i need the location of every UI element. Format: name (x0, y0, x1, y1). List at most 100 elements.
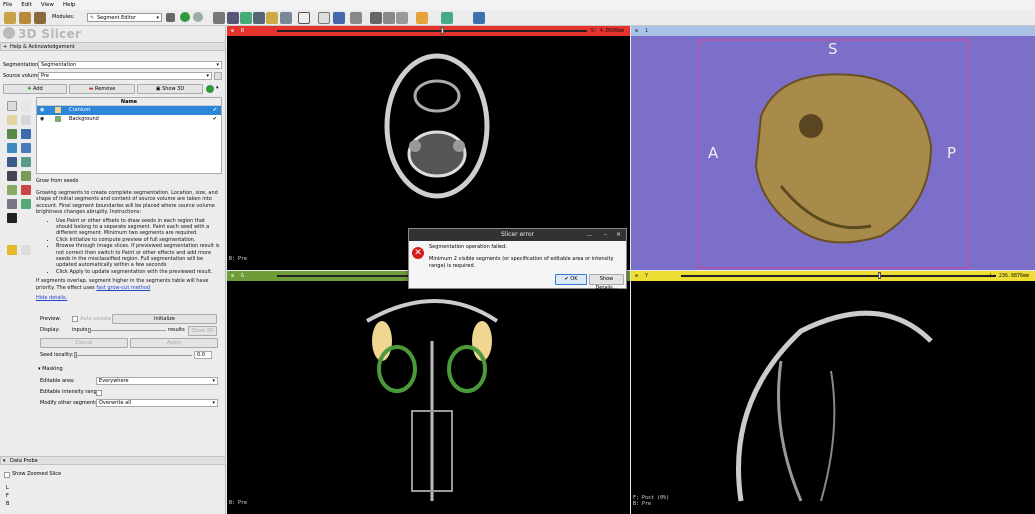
menu-file[interactable]: File (3, 2, 12, 8)
yellow-slice-slider[interactable] (681, 275, 996, 277)
dialog-message: Minimum 2 visible segments (or specifica… (429, 256, 614, 269)
hide-details-link[interactable]: Hide details. (36, 295, 67, 301)
menu-edit[interactable]: Edit (21, 2, 32, 8)
crosshair-toggle-icon[interactable] (416, 12, 428, 24)
table-row[interactable]: ◉ Background ✔ (37, 115, 221, 124)
yellow-slice-view[interactable]: ⊕ Y L: 236.9876mm F: Post (0%) B: Pre (631, 271, 1035, 514)
mouse-mode-icon[interactable] (318, 12, 330, 24)
display-slider-handle[interactable] (88, 328, 91, 333)
masking-header[interactable]: ▾ Masking (38, 366, 63, 373)
table-row[interactable]: ◉ Cranium ✔ (37, 106, 221, 115)
apply-button[interactable]: Apply (130, 338, 218, 348)
seed-locality-slider[interactable] (74, 355, 192, 356)
pin-icon[interactable]: ⊕ (635, 273, 638, 279)
mask-volume-icon[interactable] (21, 199, 31, 209)
erase-icon[interactable] (7, 129, 17, 139)
margin-icon[interactable] (21, 157, 31, 167)
segment-color-swatch[interactable] (55, 116, 61, 122)
pin-icon[interactable]: ⊕ (231, 28, 234, 34)
draw-icon[interactable] (21, 115, 31, 125)
source-volume-select[interactable]: Pre ▾ (38, 72, 212, 80)
intensity-range-checkbox[interactable] (96, 390, 102, 396)
save-icon[interactable] (34, 12, 46, 24)
modify-other-select[interactable]: Overwrite all ▾ (96, 399, 218, 407)
yellow-slider-handle[interactable] (878, 272, 881, 279)
redo-icon[interactable] (21, 245, 31, 255)
menu-view[interactable]: View (41, 2, 54, 8)
data-icon[interactable] (213, 12, 225, 24)
green-slice-view[interactable]: ⊕ G B: Pre (227, 271, 630, 514)
place-fiducial-icon[interactable] (333, 12, 345, 24)
cancel-button[interactable]: Cancel (40, 338, 128, 348)
undo-icon[interactable] (7, 245, 17, 255)
help-bullet: Click Apply to update segmentation with … (56, 269, 222, 275)
remove-segment-button[interactable]: ▬ Remove (69, 84, 135, 94)
load-data-icon[interactable] (4, 12, 16, 24)
seed-locality-handle[interactable] (74, 352, 77, 358)
display-slider[interactable] (88, 330, 166, 331)
hollow-icon[interactable] (21, 185, 31, 195)
visibility-eye-icon[interactable]: ◉ (40, 115, 44, 124)
volume-render-icon[interactable] (396, 12, 408, 24)
back-icon[interactable] (180, 12, 190, 22)
extensions-icon[interactable] (441, 12, 453, 24)
show-3d-button[interactable]: ▣ Show 3D (137, 84, 203, 94)
display-label: Display: (40, 327, 60, 333)
threshold-icon[interactable] (7, 157, 17, 167)
islands-icon[interactable] (7, 171, 17, 181)
help-section-header[interactable]: + Help & Acknowledgement (0, 42, 226, 51)
show-details-button[interactable]: Show Details... (589, 274, 624, 291)
add-dicom-icon[interactable] (19, 12, 31, 24)
add-segment-button[interactable]: ✚ Add (3, 84, 67, 94)
red-slice-slider[interactable] (277, 30, 587, 32)
close-button[interactable]: × (616, 229, 621, 241)
smoothing-icon[interactable] (21, 171, 31, 181)
dialog-menu-button[interactable]: ... (586, 229, 592, 241)
volume-options-icon[interactable] (214, 72, 222, 80)
menu-bar: File Edit View Help (0, 0, 1035, 10)
3d-view[interactable]: ⊕ 1 S A P (631, 26, 1035, 270)
logical-icon[interactable] (7, 199, 17, 209)
markups-icon[interactable] (280, 12, 292, 24)
sagittal-ct-image (736, 310, 933, 502)
initialize-button[interactable]: Initialize (112, 314, 217, 324)
python-icon[interactable] (473, 12, 485, 24)
select-arrow-icon[interactable] (7, 101, 17, 111)
paint-icon[interactable] (7, 115, 17, 125)
screenshot-icon[interactable] (370, 12, 382, 24)
forward-icon[interactable] (193, 12, 203, 22)
fill-between-slices-icon[interactable] (21, 143, 31, 153)
show-zoomed-checkbox[interactable] (4, 472, 10, 478)
pin-icon[interactable]: ⊕ (635, 28, 638, 34)
segment-undo-icon[interactable] (206, 85, 214, 93)
segment-color-swatch[interactable] (55, 107, 61, 113)
grow-from-seeds-icon[interactable] (7, 143, 17, 153)
brush-icon[interactable] (21, 101, 31, 111)
transforms-icon[interactable] (266, 12, 278, 24)
wrap-solidify-icon[interactable] (7, 213, 17, 223)
data-probe-header[interactable]: ▾ Data Probe (0, 456, 226, 465)
crosshair-icon[interactable] (350, 12, 362, 24)
level-tracing-icon[interactable] (21, 129, 31, 139)
slice-view-icon[interactable] (383, 12, 395, 24)
menu-help[interactable]: Help (63, 2, 76, 8)
module-selector[interactable]: ✎ Segment Editor ▾ (87, 13, 162, 22)
dicom-icon[interactable] (227, 12, 239, 24)
layout-icon[interactable] (298, 12, 310, 24)
models-icon[interactable] (253, 12, 265, 24)
pin-icon[interactable]: ⊕ (231, 273, 234, 279)
visibility-eye-icon[interactable]: ◉ (40, 106, 44, 115)
editable-area-select[interactable]: Everywhere ▾ (96, 377, 218, 385)
minimize-button[interactable]: – (604, 229, 607, 241)
chevron-down-icon[interactable]: ▾ (216, 85, 219, 91)
ok-button[interactable]: ✔ OK (555, 274, 587, 285)
module-search-icon[interactable] (166, 13, 175, 22)
segmentation-select[interactable]: Segmentation ▾ (38, 61, 222, 69)
grow-cut-link[interactable]: fast grow-cut method (96, 285, 150, 291)
auto-update-checkbox[interactable] (72, 316, 78, 322)
scissors-icon[interactable] (7, 185, 17, 195)
red-slider-handle[interactable] (441, 27, 444, 34)
seed-locality-spinbox[interactable]: 0.0 (194, 351, 212, 359)
display-show-3d-button[interactable]: Show 3D (188, 326, 217, 336)
volumes-icon[interactable] (240, 12, 252, 24)
